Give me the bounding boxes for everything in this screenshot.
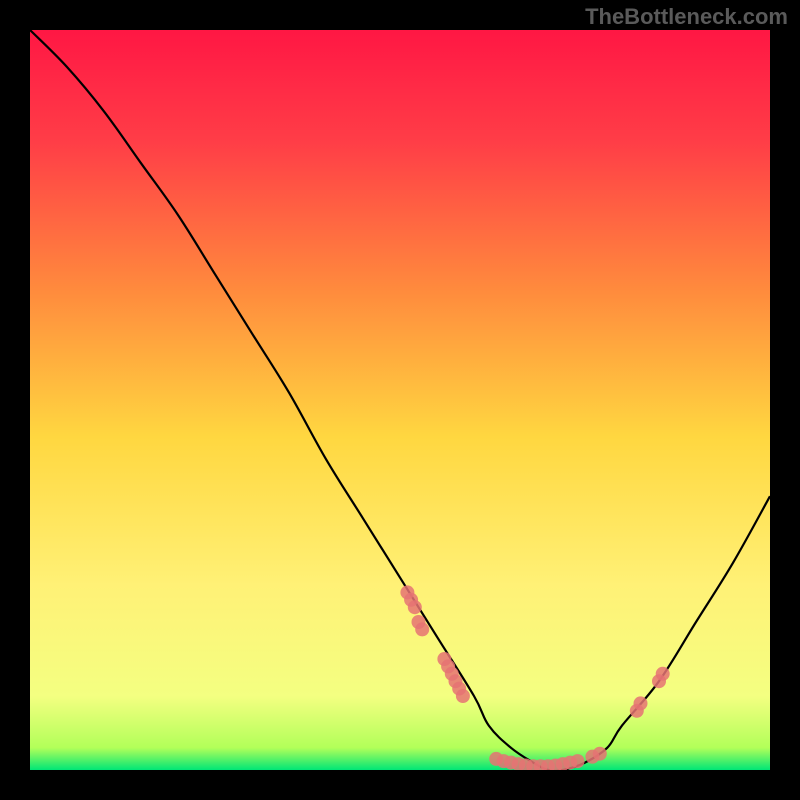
data-point bbox=[652, 674, 666, 688]
data-point bbox=[404, 593, 418, 607]
bottleneck-curve bbox=[30, 30, 770, 770]
data-point bbox=[437, 652, 451, 666]
watermark-text: TheBottleneck.com bbox=[585, 4, 788, 30]
gradient-background bbox=[30, 30, 770, 770]
chart-plot-area bbox=[30, 30, 770, 770]
data-point bbox=[408, 600, 422, 614]
data-point bbox=[634, 696, 648, 710]
data-point bbox=[456, 689, 470, 703]
data-point bbox=[548, 759, 562, 770]
data-point bbox=[497, 754, 511, 768]
data-point bbox=[511, 757, 525, 770]
data-point bbox=[556, 757, 570, 770]
data-point bbox=[526, 759, 540, 770]
data-point bbox=[593, 747, 607, 761]
data-point bbox=[412, 615, 426, 629]
data-point bbox=[400, 585, 414, 599]
data-point bbox=[441, 659, 455, 673]
scatter-points-layer bbox=[30, 30, 770, 770]
data-point bbox=[504, 756, 518, 770]
data-point bbox=[489, 752, 503, 766]
data-point bbox=[585, 750, 599, 764]
data-point bbox=[445, 667, 459, 681]
data-point bbox=[541, 759, 555, 770]
data-point bbox=[452, 682, 466, 696]
data-point bbox=[656, 667, 670, 681]
curve-layer bbox=[30, 30, 770, 770]
data-point bbox=[534, 759, 548, 770]
data-point bbox=[519, 759, 533, 770]
data-point bbox=[630, 704, 644, 718]
data-point bbox=[449, 674, 463, 688]
data-point bbox=[415, 622, 429, 636]
data-point bbox=[571, 754, 585, 768]
data-point bbox=[563, 756, 577, 770]
